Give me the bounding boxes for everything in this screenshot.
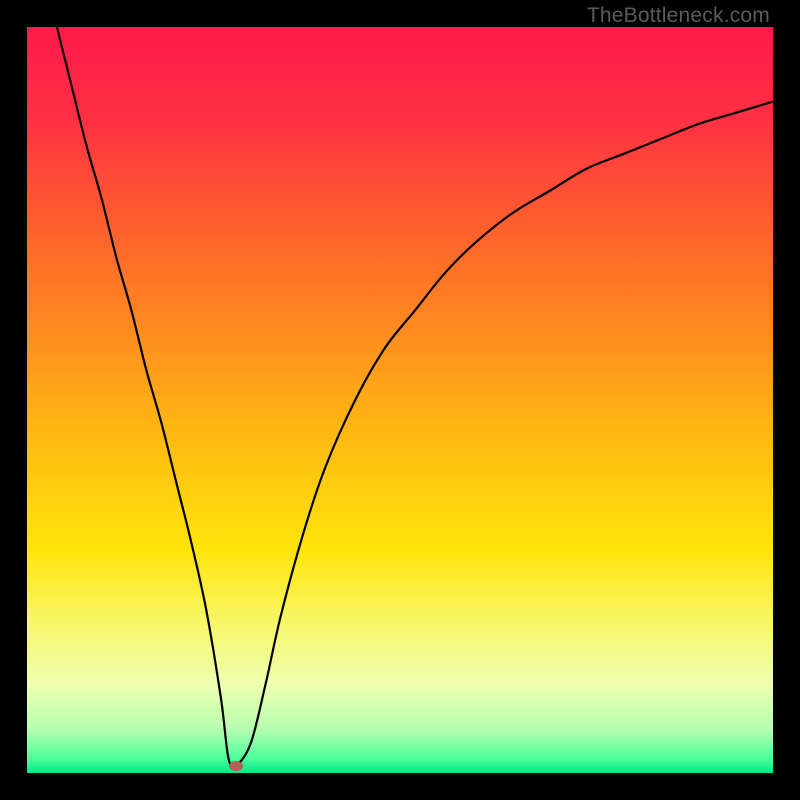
bottleneck-curve [27, 27, 773, 773]
curve-line [57, 27, 773, 767]
plot-area [27, 27, 773, 773]
minimum-marker [229, 761, 243, 771]
watermark-text: TheBottleneck.com [587, 4, 770, 28]
chart-frame: TheBottleneck.com [0, 0, 800, 800]
